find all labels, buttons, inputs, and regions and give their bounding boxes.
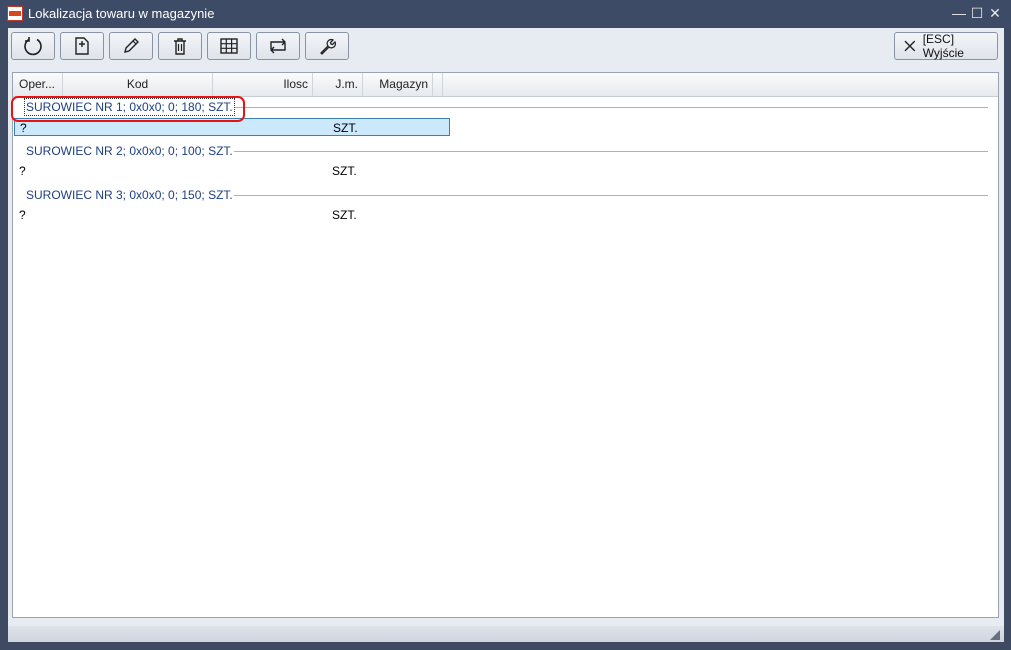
column-header-filler [433, 73, 443, 96]
group-label: SUROWIEC NR 3; 0x0x0; 0; 150; SZT. [25, 187, 234, 203]
location-grid[interactable]: Oper... Kod Ilosc J.m. Magazyn SUROWIEC … [12, 72, 999, 618]
settings-button[interactable] [305, 32, 349, 60]
grid-button[interactable] [207, 32, 251, 60]
exit-button[interactable]: [ESC] Wyjście [894, 32, 998, 60]
cell-jm: SZT. [332, 164, 357, 178]
table-row[interactable]: ? SZT. [14, 162, 450, 180]
new-document-icon [75, 37, 89, 55]
close-x-icon [904, 40, 916, 52]
edit-button[interactable] [109, 32, 153, 60]
title-bar[interactable]: Lokalizacja towaru w magazynie — ☐ ✕ [0, 0, 1011, 28]
column-header-kod[interactable]: Kod [63, 73, 213, 96]
table-row[interactable]: ? SZT. [14, 118, 450, 136]
client-area: [ESC] Wyjście Oper... Kod Ilosc J.m. Mag… [8, 28, 1004, 642]
app-window: Lokalizacja towaru w magazynie — ☐ ✕ [ES… [0, 0, 1011, 650]
window-title: Lokalizacja towaru w magazynie [28, 6, 215, 21]
group-label: SUROWIEC NR 1; 0x0x0; 0; 180; SZT. [24, 98, 235, 116]
resize-grip-icon[interactable] [990, 630, 1000, 640]
table-row[interactable]: ? SZT. [14, 206, 450, 224]
cell-jm: SZT. [333, 121, 358, 135]
cell-oper: ? [20, 121, 27, 135]
column-header-ilosc[interactable]: Ilosc [213, 73, 313, 96]
trash-icon [174, 38, 186, 55]
swap-button[interactable] [256, 32, 300, 60]
wrench-icon [320, 38, 337, 55]
status-bar [8, 626, 1004, 642]
delete-button[interactable] [158, 32, 202, 60]
minimize-button[interactable]: — [950, 5, 968, 21]
app-logo-icon [7, 6, 23, 21]
cell-jm: SZT. [332, 208, 357, 222]
exit-button-label: [ESC] Wyjście [922, 32, 964, 60]
grid-header: Oper... Kod Ilosc J.m. Magazyn [13, 73, 998, 97]
new-document-button[interactable] [60, 32, 104, 60]
column-header-jm[interactable]: J.m. [313, 73, 363, 96]
close-button[interactable]: ✕ [986, 5, 1004, 21]
pencil-icon [124, 38, 139, 53]
group-header-row[interactable]: SUROWIEC NR 1; 0x0x0; 0; 180; SZT. [13, 98, 998, 117]
maximize-button[interactable]: ☐ [968, 5, 986, 21]
cell-oper: ? [19, 164, 26, 178]
refresh-button[interactable] [11, 32, 55, 60]
refresh-icon [24, 37, 42, 56]
column-header-oper[interactable]: Oper... [13, 73, 63, 96]
group-header-row[interactable]: SUROWIEC NR 3; 0x0x0; 0; 150; SZT. [13, 187, 998, 205]
cell-oper: ? [19, 208, 26, 222]
grid-icon [220, 38, 238, 54]
group-label: SUROWIEC NR 2; 0x0x0; 0; 100; SZT. [25, 143, 234, 159]
group-header-row[interactable]: SUROWIEC NR 2; 0x0x0; 0; 100; SZT. [13, 143, 998, 161]
swap-icon [270, 38, 286, 54]
column-header-magazyn[interactable]: Magazyn [363, 73, 433, 96]
